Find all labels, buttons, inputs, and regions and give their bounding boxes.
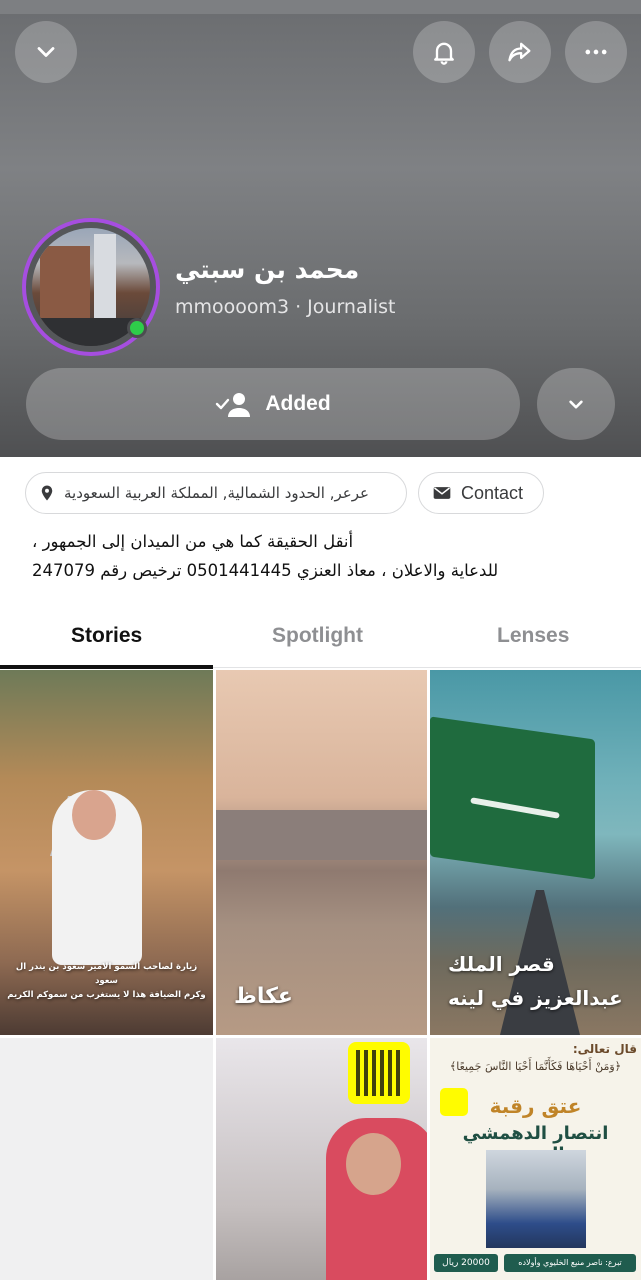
profile-subtitle: mmoooom3 · Journalist [175,296,396,318]
contact-label: Contact [461,482,524,503]
profile-name: محمد بن سبتي [175,255,360,284]
category: Journalist [307,296,396,318]
story-tile-empty [0,1038,213,1280]
mail-icon [433,487,451,499]
added-friend-button[interactable]: Added [26,368,520,440]
story-caption: عبدالعزيز في لينه [448,986,623,1010]
story-caption: زيارة لصاحب السمو الامير سعود بن بندر ال… [4,960,209,1002]
friend-options-button[interactable] [537,368,615,440]
profile-tabs: Stories Spotlight Lenses [0,610,641,669]
story-tile[interactable]: عكاظ [216,670,427,1035]
notifications-button[interactable] [413,21,475,83]
poster-donor: تبرع: ناصر منيع الخليوي وأولاده [504,1254,636,1272]
snapcode-icon [348,1042,410,1104]
more-dots-icon [585,49,607,55]
bell-icon [434,42,454,65]
poster-title: عتق رقبة [489,1094,582,1118]
bio-line-2: للدعاية والاعلان ، معاذ العنزي 050144144… [32,561,499,580]
story-caption-line: زيارة لصاحب السمو الامير سعود بن بندر ال… [15,962,198,986]
location-pin-icon [41,485,53,501]
status-strip [0,0,641,14]
poster-photo [486,1150,586,1248]
chevron-down-icon [569,400,583,409]
poster-price: 20000 ريال [434,1254,498,1272]
username: mmoooom3 [175,296,290,318]
tab-lenses[interactable]: Lenses [497,624,569,648]
active-tab-indicator [0,665,213,669]
tab-stories[interactable]: Stories [71,624,142,648]
location-chip[interactable]: عرعر, الحدود الشمالية, المملكة العربية ا… [25,472,407,514]
story-caption: قصر الملك [448,952,555,976]
story-caption: عكاظ [234,984,293,1009]
online-status-dot [127,318,147,338]
collapse-button[interactable] [15,21,77,83]
more-options-button[interactable] [565,21,627,83]
story-tile[interactable]: قال تعالى: ﴿وَمَنْ أَحْيَاهَا فَكَأَنَّم… [430,1038,641,1280]
story-tile[interactable]: قصر الملك عبدالعزيز في لينه [430,670,641,1035]
separator: · [295,296,302,318]
story-caption-line: وكرم الضيافة هذا لا يستغرب من سموكم الكر… [7,990,206,1000]
added-label: Added [265,392,331,415]
story-tile[interactable]: زيارة لصاحب السمو الامير سعود بن بندر ال… [0,670,213,1035]
added-user-icon [216,393,251,417]
tab-spotlight[interactable]: Spotlight [272,624,363,648]
flag-image [430,716,595,880]
location-text: عرعر, الحدود الشمالية, المملكة العربية ا… [64,484,369,502]
chevron-down-icon [37,47,55,57]
poster-verse: ﴿وَمَنْ أَحْيَاهَا فَكَأَنَّمَا أَحْيَا … [449,1060,622,1073]
share-arrow-icon [508,42,531,62]
poster-heading: قال تعالى: [572,1042,637,1056]
contact-chip[interactable]: Contact [418,472,544,514]
story-tile[interactable] [216,1038,427,1280]
share-button[interactable] [489,21,551,83]
bio-line-1: أنقل الحقيقة كما هي من الميدان إلى الجمه… [32,532,354,551]
